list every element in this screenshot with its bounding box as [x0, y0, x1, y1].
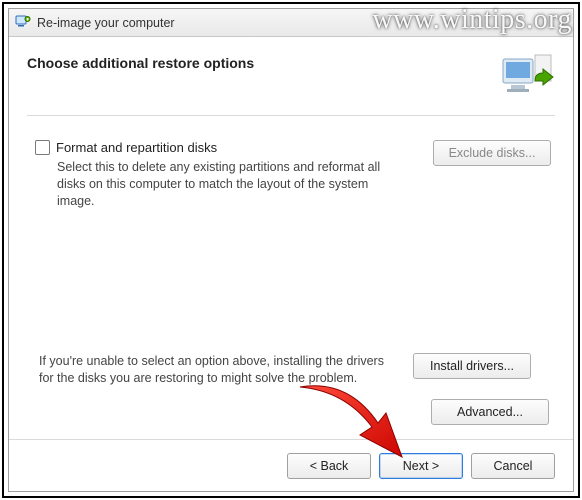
titlebar: Re-image your computer [9, 9, 573, 37]
restore-hero-icon [501, 51, 555, 99]
app-icon [15, 13, 31, 32]
wizard-footer: < Back Next > Cancel [9, 439, 573, 491]
advanced-button[interactable]: Advanced... [431, 399, 549, 425]
wizard-body: Format and repartition disks Select this… [27, 116, 555, 439]
wizard-content: Choose additional restore options [9, 37, 573, 439]
format-repartition-description: Select this to delete any existing parti… [57, 159, 397, 210]
exclude-disks-button[interactable]: Exclude disks... [433, 140, 551, 166]
install-drivers-button[interactable]: Install drivers... [413, 353, 531, 379]
window-title: Re-image your computer [37, 16, 175, 30]
next-button[interactable]: Next > [379, 453, 463, 479]
cancel-button[interactable]: Cancel [471, 453, 555, 479]
reimage-wizard-window: Re-image your computer Choose additional… [8, 8, 574, 492]
back-button[interactable]: < Back [287, 453, 371, 479]
install-drivers-description: If you're unable to select an option abo… [39, 353, 399, 387]
format-repartition-label: Format and repartition disks [56, 140, 217, 155]
page-heading: Choose additional restore options [27, 51, 254, 71]
format-repartition-checkbox[interactable] [35, 140, 50, 155]
